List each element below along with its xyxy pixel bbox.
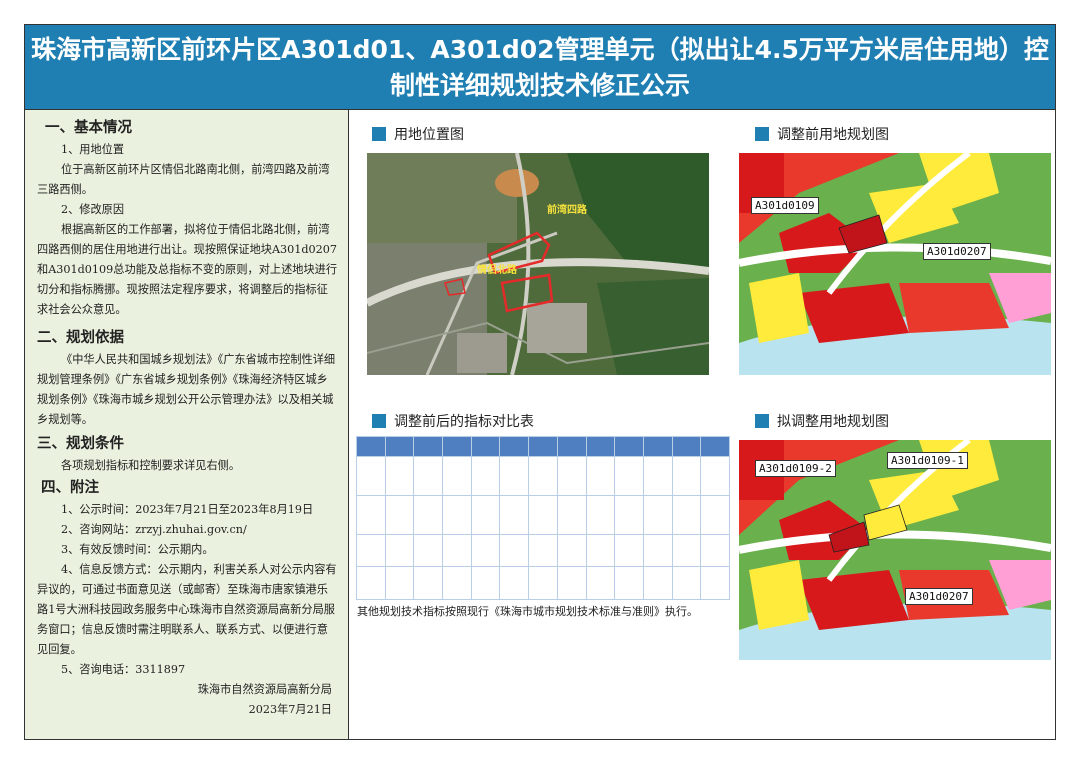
note-feedback-method: 4、信息反馈方式：公示期内，利害关系人对公示内容有异议的，可通过书面意见送（或邮… (37, 563, 337, 656)
location-map-title: 用地位置图 (372, 126, 464, 144)
location-text: 位于高新区前环片区情侣北路南北侧，前湾四路及前湾三路西侧。 (37, 163, 330, 196)
section-basic-title: 一、基本情况 (45, 120, 132, 136)
location-subtitle: 1、用地位置 (61, 143, 125, 156)
basis-text: 《中华人民共和国城乡规划法》《广东省城市控制性详细规划管理条例》《广东省城乡规划… (37, 353, 336, 426)
landuse-image (739, 153, 1051, 375)
before-map-title: 调整前用地规划图 (755, 126, 889, 144)
parcel-label-a301d0109: A301d0109 (751, 197, 819, 214)
section-basis-title: 二、规划依据 (37, 330, 124, 346)
comparison-table-grid (356, 436, 730, 600)
note-phone: 5、咨询电话：3311897 (61, 663, 186, 676)
bullet-square-icon (372, 127, 386, 141)
section-notes-title: 四、附注 (41, 480, 99, 496)
note-feedback-time: 3、有效反馈时间：公示期内。 (61, 543, 214, 556)
technical-standard-note: 其他规划技术指标按照现行《珠海市城市规划技术标准与准则》执行。 (357, 605, 698, 618)
sign-date: 2023年7月21日 (248, 703, 332, 716)
bullet-square-icon (755, 414, 769, 428)
reason-subtitle: 2、修改原因 (61, 203, 125, 216)
road-label: 情侣北路 (477, 265, 517, 276)
location-satellite-map: 前湾四路 情侣北路 (367, 153, 709, 375)
indicator-comparison-table (356, 436, 730, 600)
road-label: 前湾四路 (547, 205, 587, 216)
bullet-square-icon (755, 127, 769, 141)
before-landuse-map: A301d0109 A301d0207 (739, 153, 1051, 375)
reason-text: 根据高新区的工作部署，拟将位于情侣北路北侧，前湾四路西侧的居住用地进行出让。现按… (37, 223, 338, 316)
satellite-image (367, 153, 709, 375)
section-conditions-title: 三、规划条件 (37, 436, 124, 452)
note-period: 1、公示时间：2023年7月21日至2023年8月19日 (61, 503, 314, 516)
table-title: 调整前后的指标对比表 (372, 413, 534, 431)
conditions-text: 各项规划指标和控制要求详见右侧。 (61, 459, 241, 472)
parcel-label-a301d0207: A301d0207 (923, 243, 991, 260)
parcel-label-a301d0207: A301d0207 (905, 588, 973, 605)
after-map-title: 拟调整用地规划图 (755, 413, 889, 431)
parcel-label-a301d0109-1: A301d0109-1 (887, 452, 968, 469)
left-text-panel: 一、基本情况 1、用地位置 位于高新区前环片区情侣北路南北侧，前湾四路及前湾三路… (24, 110, 349, 740)
page-title: 珠海市高新区前环片区A301d01、A301d02管理单元（拟出让4.5万平方米… (24, 24, 1056, 110)
note-website: 2、咨询网站：zrzyj.zhuhai.gov.cn/ (61, 523, 247, 536)
bullet-square-icon (372, 414, 386, 428)
parcel-label-a301d0109-2: A301d0109-2 (755, 460, 836, 477)
after-landuse-map: A301d0109-2 A301d0109-1 A301d0207 (739, 440, 1051, 660)
signer: 珠海市自然资源局高新分局 (197, 683, 332, 696)
